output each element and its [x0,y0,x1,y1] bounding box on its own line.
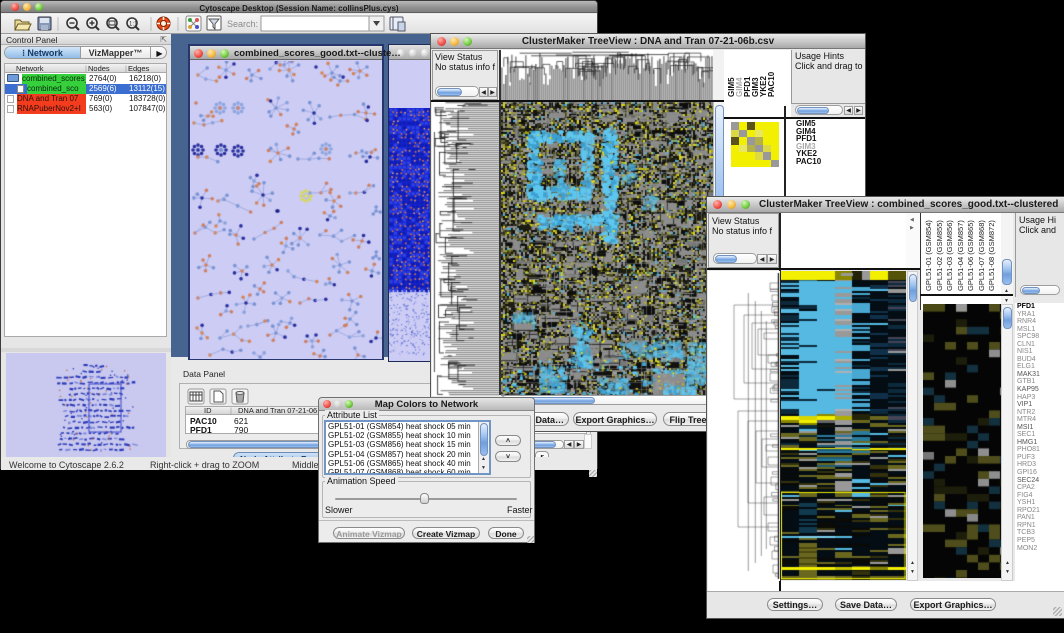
svg-text:Search:: Search: [227,19,258,29]
svg-text:1:1: 1:1 [129,22,138,28]
